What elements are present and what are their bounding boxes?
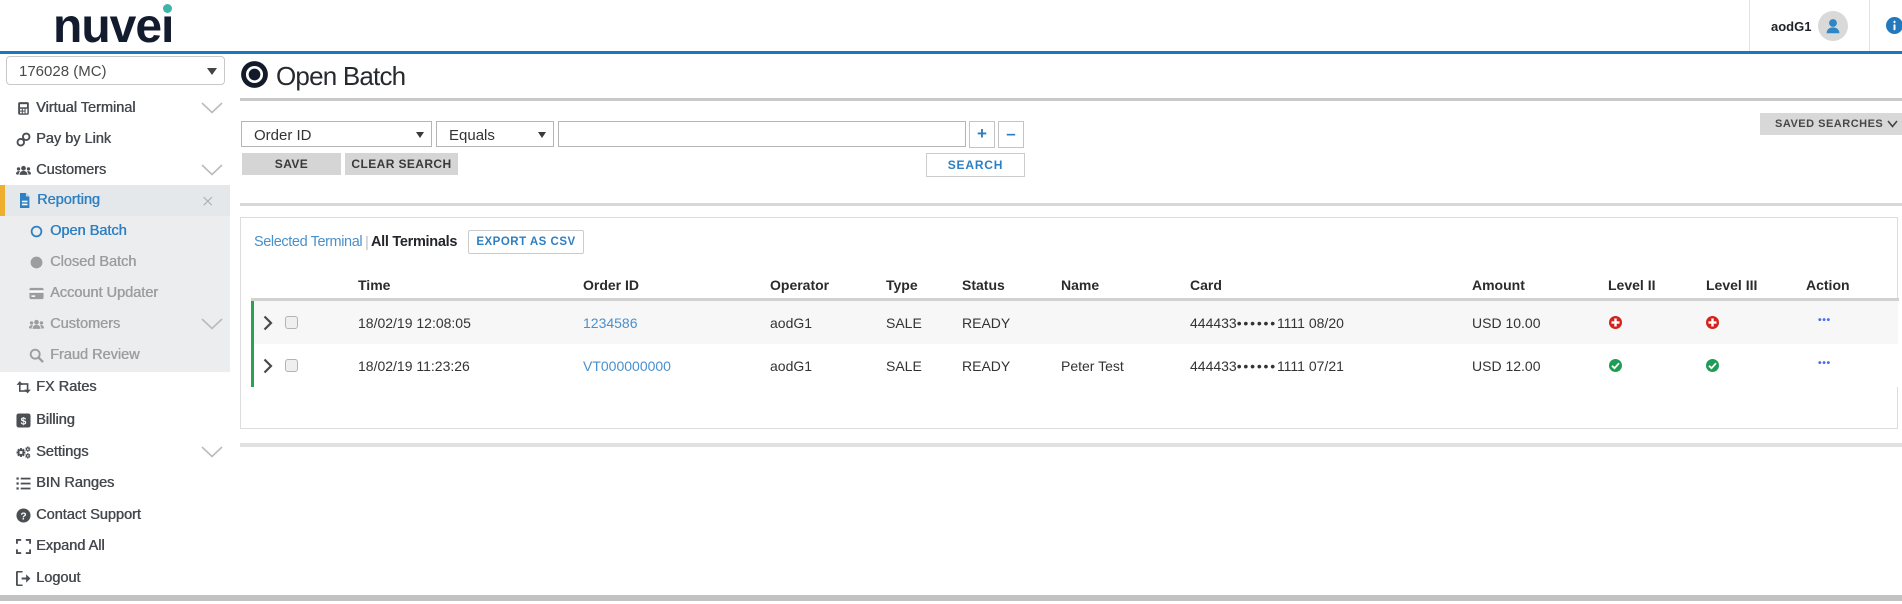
svg-text:$: $: [21, 416, 27, 427]
svg-text:?: ?: [20, 511, 26, 522]
